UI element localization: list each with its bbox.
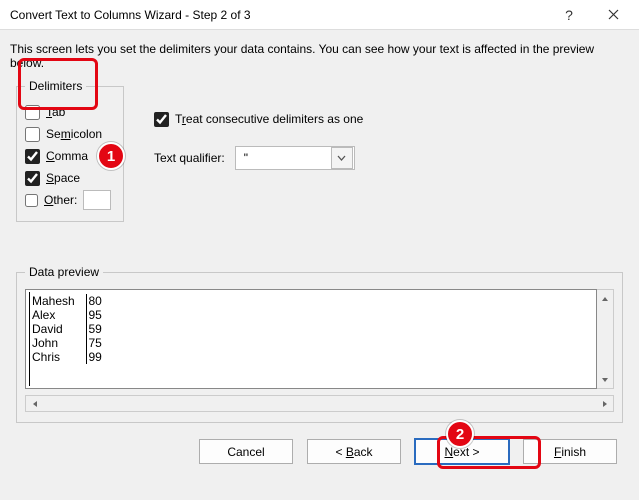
delimiter-comma[interactable]: Comma <box>25 145 115 167</box>
delimiter-semicolon-checkbox[interactable] <box>25 127 40 142</box>
data-preview-legend: Data preview <box>25 265 103 279</box>
delimiter-options: Treat consecutive delimiters as one Text… <box>154 86 363 170</box>
table-row: David59 <box>30 322 104 336</box>
horizontal-scrollbar[interactable] <box>25 395 614 412</box>
vertical-scrollbar[interactable] <box>597 289 614 389</box>
wizard-description: This screen lets you set the delimiters … <box>0 30 639 86</box>
treat-consecutive[interactable]: Treat consecutive delimiters as one <box>154 108 363 130</box>
chevron-up-icon <box>601 296 609 302</box>
close-button[interactable] <box>591 0 635 30</box>
delimiter-comma-checkbox[interactable] <box>25 149 40 164</box>
delimiter-space-checkbox[interactable] <box>25 171 40 186</box>
wizard-buttons: Cancel < Back Next > Finish <box>0 423 639 464</box>
delimiter-other-checkbox[interactable] <box>25 193 38 208</box>
delimiters-legend: Delimiters <box>25 79 86 93</box>
back-button[interactable]: < Back <box>307 439 401 464</box>
table-row: Alex95 <box>30 308 104 322</box>
table-row: John75 <box>30 336 104 350</box>
scroll-left-button[interactable] <box>26 396 43 411</box>
delimiters-group: Delimiters Tab Semicolon Comma Space Oth… <box>16 86 124 222</box>
close-icon <box>608 9 619 20</box>
cancel-button[interactable]: Cancel <box>199 439 293 464</box>
scroll-up-button[interactable] <box>597 290 613 307</box>
delimiter-tab[interactable]: Tab <box>25 101 115 123</box>
delimiter-other[interactable]: Other: <box>25 189 115 211</box>
treat-consecutive-checkbox[interactable] <box>154 112 169 127</box>
delimiter-tab-checkbox[interactable] <box>25 105 40 120</box>
table-row: Mahesh80 <box>30 294 104 308</box>
chevron-right-icon <box>602 400 608 408</box>
help-button[interactable]: ? <box>547 0 591 30</box>
next-button[interactable]: Next > <box>415 439 509 464</box>
scroll-right-button[interactable] <box>596 396 613 411</box>
chevron-left-icon <box>32 400 38 408</box>
delimiter-space[interactable]: Space <box>25 167 115 189</box>
delimiter-semicolon[interactable]: Semicolon <box>25 123 115 145</box>
text-qualifier-label: Text qualifier: <box>154 151 225 165</box>
data-preview-pane: Mahesh80 Alex95 David59 John75 Chris99 <box>25 289 597 389</box>
delimiter-other-input[interactable] <box>83 190 111 210</box>
window-title: Convert Text to Columns Wizard - Step 2 … <box>10 8 547 22</box>
data-preview-group: Data preview Mahesh80 Alex95 David59 Joh… <box>16 272 623 423</box>
text-qualifier-value: " <box>236 151 331 165</box>
titlebar: Convert Text to Columns Wizard - Step 2 … <box>0 0 639 30</box>
chevron-down-icon <box>601 377 609 383</box>
data-preview-table: Mahesh80 Alex95 David59 John75 Chris99 <box>30 294 104 364</box>
chevron-down-icon <box>337 155 346 161</box>
table-row: Chris99 <box>30 350 104 364</box>
scroll-down-button[interactable] <box>597 371 613 388</box>
text-qualifier-combo[interactable]: " <box>235 146 355 170</box>
finish-button[interactable]: Finish <box>523 439 617 464</box>
text-qualifier-dropdown[interactable] <box>331 147 353 169</box>
